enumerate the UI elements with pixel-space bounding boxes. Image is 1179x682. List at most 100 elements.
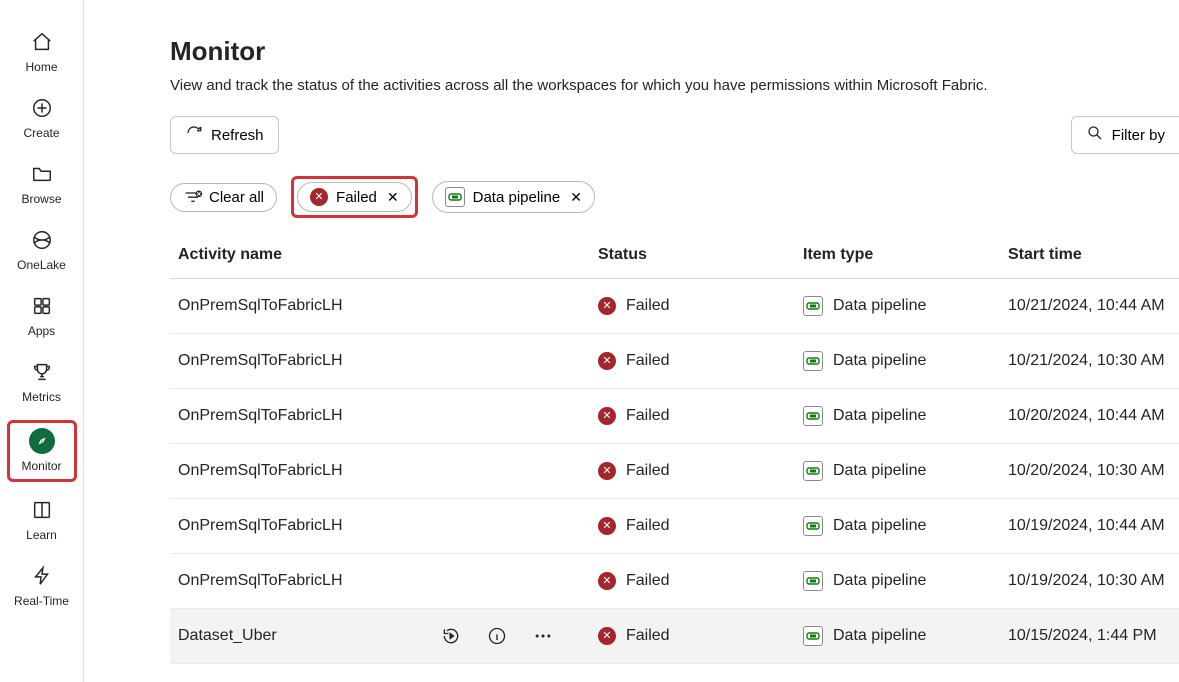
activity-name: OnPremSqlToFabricLH — [178, 297, 343, 315]
nav-item-onelake[interactable]: OneLake — [7, 222, 77, 278]
nav-item-learn[interactable]: Learn — [7, 492, 77, 548]
refresh-button[interactable]: Refresh — [170, 116, 279, 154]
failed-status-icon — [598, 517, 616, 535]
start-time: 10/20/2024, 10:30 AM — [1000, 444, 1179, 499]
item-type-text: Data pipeline — [833, 352, 926, 370]
failed-status-icon — [598, 297, 616, 315]
nav-item-realtime[interactable]: Real-Time — [7, 558, 77, 614]
page-title: Monitor — [170, 36, 1179, 67]
failed-filter-chip[interactable]: Failed ✕ — [297, 182, 412, 212]
page-subtitle: View and track the status of the activit… — [170, 77, 1179, 94]
item-type-text: Data pipeline — [833, 517, 926, 535]
plus-circle-icon — [28, 94, 56, 122]
activity-name: OnPremSqlToFabricLH — [178, 517, 343, 535]
nav-label: Learn — [26, 528, 57, 542]
home-icon — [28, 28, 56, 56]
nav-label: Monitor — [21, 459, 61, 473]
refresh-label: Refresh — [211, 127, 264, 144]
clear-filter-icon — [183, 190, 201, 204]
status-text: Failed — [626, 517, 670, 535]
filter-label: Filter by — [1112, 127, 1165, 144]
data-pipeline-icon — [803, 461, 823, 481]
item-type-text: Data pipeline — [833, 407, 926, 425]
failed-chip-highlight: Failed ✕ — [291, 176, 418, 218]
left-nav: Home Create Browse OneLake Apps Metrics — [0, 0, 84, 682]
table-row[interactable]: OnPremSqlToFabricLH Failed Data pipel — [170, 499, 1179, 554]
status-text: Failed — [626, 297, 670, 315]
nav-item-apps[interactable]: Apps — [7, 288, 77, 344]
start-time: 10/20/2024, 10:44 AM — [1000, 389, 1179, 444]
failed-status-icon — [598, 462, 616, 480]
apps-icon — [28, 292, 56, 320]
pipeline-filter-chip[interactable]: Data pipeline ✕ — [432, 181, 595, 213]
nav-label: Create — [23, 126, 59, 140]
data-pipeline-icon — [445, 187, 465, 207]
nav-label: Metrics — [22, 390, 61, 404]
failed-status-icon — [310, 188, 328, 206]
folder-icon — [28, 160, 56, 188]
pipeline-chip-label: Data pipeline — [473, 189, 561, 206]
main-content: Monitor View and track the status of the… — [84, 0, 1179, 682]
close-icon: ✕ — [570, 189, 582, 206]
close-icon: ✕ — [387, 189, 399, 206]
start-time: 10/19/2024, 10:30 AM — [1000, 554, 1179, 609]
clear-all-chip[interactable]: Clear all — [170, 183, 277, 212]
col-activity[interactable]: Activity name — [170, 236, 590, 279]
search-icon — [1086, 124, 1104, 146]
status-text: Failed — [626, 407, 670, 425]
col-status[interactable]: Status — [590, 236, 795, 279]
item-type-text: Data pipeline — [833, 627, 926, 645]
toolbar: Refresh Filter by — [170, 116, 1179, 154]
rerun-icon[interactable] — [440, 625, 462, 647]
nav-item-browse[interactable]: Browse — [7, 156, 77, 212]
activity-name: OnPremSqlToFabricLH — [178, 352, 343, 370]
failed-status-icon — [598, 407, 616, 425]
col-type[interactable]: Item type — [795, 236, 1000, 279]
nav-label: Browse — [21, 192, 61, 206]
table-row[interactable]: OnPremSqlToFabricLH Failed Data pipel — [170, 334, 1179, 389]
filter-button[interactable]: Filter by — [1071, 116, 1179, 154]
data-pipeline-icon — [803, 516, 823, 536]
onelake-icon — [28, 226, 56, 254]
activity-name: Dataset_Uber — [178, 627, 277, 645]
item-type-text: Data pipeline — [833, 462, 926, 480]
nav-item-create[interactable]: Create — [7, 90, 77, 146]
table-row[interactable]: Dataset_Uber Failed Data pipeline — [170, 609, 1179, 664]
nav-label: Real-Time — [14, 594, 69, 608]
status-text: Failed — [626, 627, 670, 645]
activity-name: OnPremSqlToFabricLH — [178, 462, 343, 480]
activity-name: OnPremSqlToFabricLH — [178, 572, 343, 590]
refresh-icon — [185, 124, 203, 146]
col-start[interactable]: Start time — [1000, 236, 1179, 279]
table-row[interactable]: OnPremSqlToFabricLH Failed Data pipel — [170, 389, 1179, 444]
nav-item-metrics[interactable]: Metrics — [7, 354, 77, 410]
item-type-text: Data pipeline — [833, 297, 926, 315]
failed-chip-label: Failed — [336, 189, 377, 206]
table-row[interactable]: OnPremSqlToFabricLH Failed Data pipel — [170, 554, 1179, 609]
nav-item-monitor[interactable]: Monitor — [7, 420, 77, 482]
filter-chip-row: Clear all Failed ✕ Data pipeline ✕ — [170, 176, 1179, 218]
nav-label: OneLake — [17, 258, 66, 272]
data-pipeline-icon — [803, 351, 823, 371]
info-icon[interactable] — [486, 625, 508, 647]
start-time: 10/19/2024, 10:44 AM — [1000, 499, 1179, 554]
clear-all-label: Clear all — [209, 189, 264, 206]
data-pipeline-icon — [803, 406, 823, 426]
nav-item-home[interactable]: Home — [7, 24, 77, 80]
nav-label: Apps — [28, 324, 55, 338]
book-icon — [28, 496, 56, 524]
bolt-icon — [28, 562, 56, 590]
data-pipeline-icon — [803, 571, 823, 591]
item-type-text: Data pipeline — [833, 572, 926, 590]
data-pipeline-icon — [803, 626, 823, 646]
more-icon[interactable] — [532, 625, 554, 647]
table-row[interactable]: OnPremSqlToFabricLH Failed Data pipel — [170, 444, 1179, 499]
data-pipeline-icon — [803, 296, 823, 316]
trophy-icon — [28, 358, 56, 386]
table-header-row: Activity name Status Item type Start tim… — [170, 236, 1179, 279]
table-row[interactable]: OnPremSqlToFabricLH Failed Data pipel — [170, 279, 1179, 334]
failed-status-icon — [598, 627, 616, 645]
start-time: 10/21/2024, 10:30 AM — [1000, 334, 1179, 389]
activity-table: Activity name Status Item type Start tim… — [170, 236, 1179, 664]
failed-status-icon — [598, 352, 616, 370]
